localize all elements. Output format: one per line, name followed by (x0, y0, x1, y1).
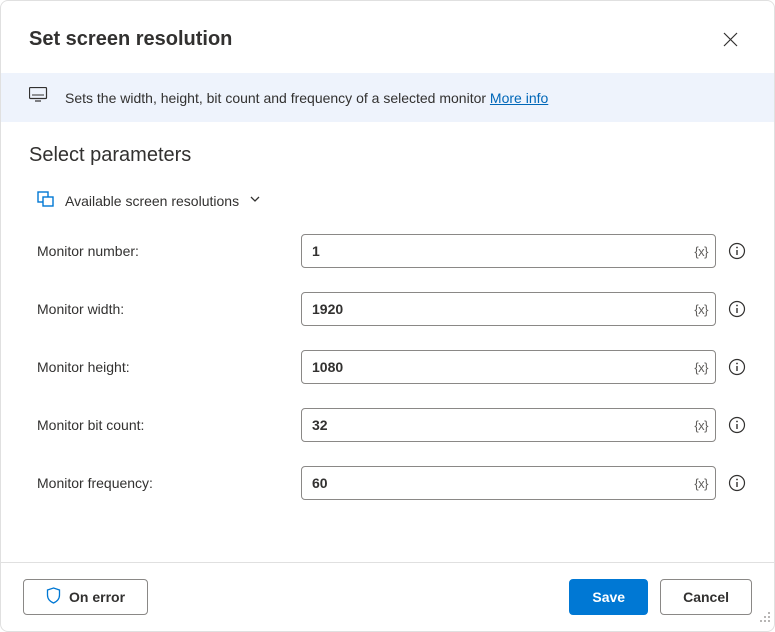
banner-text: Sets the width, height, bit count and fr… (65, 90, 548, 106)
info-banner: Sets the width, height, bit count and fr… (1, 73, 774, 122)
close-icon (723, 32, 738, 47)
variable-picker-icon[interactable]: {x} (694, 244, 708, 259)
info-icon[interactable] (728, 416, 746, 434)
more-info-link[interactable]: More info (490, 90, 548, 106)
shield-icon (46, 587, 61, 607)
input-wrap: {x} (301, 350, 716, 384)
variable-picker-icon[interactable]: {x} (694, 360, 708, 375)
cancel-button[interactable]: Cancel (660, 579, 752, 615)
on-error-button[interactable]: On error (23, 579, 148, 615)
close-button[interactable] (714, 23, 746, 55)
param-row-monitor-number: Monitor number: {x} (29, 234, 746, 268)
info-icon[interactable] (728, 242, 746, 260)
save-label: Save (592, 589, 625, 605)
save-button[interactable]: Save (569, 579, 648, 615)
label-monitor-bit-count: Monitor bit count: (29, 417, 289, 433)
param-row-monitor-bit-count: Monitor bit count: {x} (29, 408, 746, 442)
dialog: Set screen resolution Sets the width, he… (0, 0, 775, 632)
banner-description: Sets the width, height, bit count and fr… (65, 90, 490, 106)
dialog-footer: On error Save Cancel (1, 562, 774, 631)
content-area: Select parameters Available screen resol… (1, 122, 774, 562)
section-title: Select parameters (29, 144, 746, 167)
dropdown-label: Available screen resolutions (65, 193, 239, 209)
variable-picker-icon[interactable]: {x} (694, 476, 708, 491)
input-wrap: {x} (301, 466, 716, 500)
label-monitor-height: Monitor height: (29, 359, 289, 375)
input-monitor-height[interactable] (301, 350, 716, 384)
input-monitor-number[interactable] (301, 234, 716, 268)
cancel-label: Cancel (683, 589, 729, 605)
param-row-monitor-width: Monitor width: {x} (29, 292, 746, 326)
chevron-down-icon (249, 192, 261, 210)
input-wrap: {x} (301, 234, 716, 268)
variable-picker-icon[interactable]: {x} (694, 302, 708, 317)
input-wrap: {x} (301, 292, 716, 326)
input-monitor-frequency[interactable] (301, 466, 716, 500)
info-icon[interactable] (728, 358, 746, 376)
param-row-monitor-height: Monitor height: {x} (29, 350, 746, 384)
param-row-monitor-frequency: Monitor frequency: {x} (29, 466, 746, 500)
input-monitor-width[interactable] (301, 292, 716, 326)
label-monitor-width: Monitor width: (29, 301, 289, 317)
label-monitor-frequency: Monitor frequency: (29, 475, 289, 491)
info-icon[interactable] (728, 300, 746, 318)
input-monitor-bit-count[interactable] (301, 408, 716, 442)
input-wrap: {x} (301, 408, 716, 442)
dialog-header: Set screen resolution (1, 1, 774, 73)
on-error-label: On error (69, 589, 125, 605)
dialog-title: Set screen resolution (29, 28, 232, 51)
variables-icon (37, 189, 55, 212)
variable-picker-icon[interactable]: {x} (694, 418, 708, 433)
available-resolutions-dropdown[interactable]: Available screen resolutions (29, 189, 746, 212)
info-icon[interactable] (728, 474, 746, 492)
label-monitor-number: Monitor number: (29, 243, 289, 259)
monitor-settings-icon (29, 87, 49, 108)
